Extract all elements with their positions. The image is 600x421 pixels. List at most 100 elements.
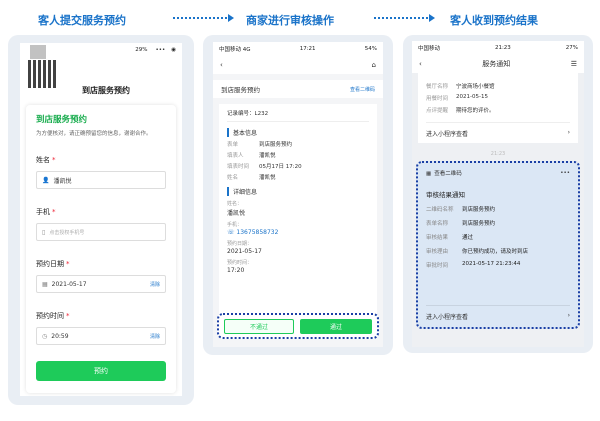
field-label: 姓名： xyxy=(227,201,243,207)
row-value: 你已预约成功，请及时到店 xyxy=(462,249,529,255)
panel-review: 中国移动 4G 17:21 54% ‹ ⌂ 到店服务预约 查看二维码 记录编号：… xyxy=(203,35,393,355)
row-value: 通过 xyxy=(462,235,474,241)
brand-title: 到店服务预约 xyxy=(82,86,130,95)
info-row: 填表人 潘凯悦 xyxy=(227,151,369,159)
row-label: 审核结果 xyxy=(426,235,449,241)
target-icon[interactable]: ◉ xyxy=(171,47,176,53)
phone-screen-notification: 中国移动 21:23 27% ‹ 服务通知 ☰ 餐厅名称 宁波商场小餐馆 用餐时间 2… xyxy=(412,41,584,347)
info-row: 用餐时间 2021-05-15 xyxy=(426,94,570,102)
field-value: 2021-05-17 xyxy=(227,248,262,255)
field-label: 预约时间： xyxy=(227,260,253,266)
info-row: 表单 到店服务预约 xyxy=(227,140,369,148)
row-label: 表单名称 xyxy=(426,221,449,227)
row-label: 点评提醒 xyxy=(426,108,449,114)
info-row: 餐厅名称 宁波商场小餐馆 xyxy=(426,82,570,90)
result-card-header: ▦ 查看二维码 ••• xyxy=(426,169,570,177)
arrow-icon xyxy=(173,14,234,22)
basic-info-title: 基本信息 xyxy=(227,128,369,137)
clock-icon: ◷ xyxy=(42,332,48,340)
record-detail: 记录编号：L232 基本信息 表单 到店服务预约 填表人 潘凯悦 填表时间 05月17日 … xyxy=(219,104,377,318)
row-value: 到店服务预约 xyxy=(259,142,293,148)
info-row: 二维码名称 到店服务预约 xyxy=(426,205,570,213)
menu-icon[interactable]: ☰ xyxy=(571,60,577,68)
detail-info-title: 详细信息 xyxy=(227,187,369,196)
page-title: 到店服务预约 xyxy=(221,86,260,94)
step-title-submit: 客人提交服务预约 xyxy=(38,14,126,27)
date-input[interactable]: ▦ 2021-05-17 清除 xyxy=(36,275,166,293)
time-label: 预约时间 * xyxy=(36,312,70,320)
row-label: 用餐时间 xyxy=(426,96,449,102)
info-list: 餐厅名称 宁波商场小餐馆用餐时间 2021-05-15 点评提醒 期待您的评价。 xyxy=(426,82,570,114)
form-heading: 到店服务预约 xyxy=(36,115,88,125)
field-value: 潘凯悦 xyxy=(227,210,246,217)
blurred-avatar xyxy=(30,45,46,59)
enter-miniapp-link[interactable]: 进入小程序查看 › xyxy=(426,122,570,138)
field-label: 手机： xyxy=(227,222,243,228)
home-icon[interactable]: ⌂ xyxy=(372,61,376,69)
back-icon[interactable]: ‹ xyxy=(220,61,223,69)
enter-miniapp-link[interactable]: 进入小程序查看 › xyxy=(426,305,570,321)
row-value: 潘凯悦 xyxy=(259,153,276,159)
nav-title: 服务通知 xyxy=(482,60,511,68)
clear-time-button[interactable]: 清除 xyxy=(150,333,160,340)
battery-text: 29% xyxy=(135,47,148,53)
row-value: 期待您的评价。 xyxy=(456,108,495,114)
message-time: 21:23 xyxy=(490,151,506,157)
row-value: 2021-05-17 21:23:44 xyxy=(462,261,521,267)
row-value: 潘凯悦 xyxy=(259,175,276,181)
row-label: 审核理由 xyxy=(426,249,449,255)
row-label: 餐厅名称 xyxy=(426,84,449,90)
result-notification: ▦ 查看二维码 ••• 审核结果通知 二维码名称 到店服务预约 表单名称 到店服务预约审… xyxy=(416,161,580,329)
user-icon: 👤 xyxy=(42,176,50,184)
field-value: 17:20 xyxy=(227,267,245,274)
chevron-right-icon: › xyxy=(567,129,570,136)
approve-button[interactable]: 通过 xyxy=(300,318,372,334)
back-icon[interactable]: ‹ xyxy=(419,60,422,68)
arrow-icon xyxy=(374,14,435,22)
qr-code-icon: ▦ xyxy=(426,171,432,177)
row-value: 宁波商场小餐馆 xyxy=(456,84,495,90)
panel-submit: 29% ••• ◉ 到店服务预约 到店服务预约 为方便核对，请正确预留您的信息，… xyxy=(8,35,194,405)
clear-date-button[interactable]: 清除 xyxy=(150,281,160,288)
field-label: 预约日期： xyxy=(227,241,253,247)
status-bar: 中国移动 21:23 27% xyxy=(412,41,584,55)
reject-button[interactable]: 不通过 xyxy=(224,318,294,334)
row-label: 二维码名称 xyxy=(426,207,454,213)
row-label: 填表时间 xyxy=(227,164,250,170)
phone-number-link[interactable]: ☏ 13675858732 xyxy=(227,229,369,236)
row-value: 到店服务预约 xyxy=(462,207,496,213)
calendar-icon: ▦ xyxy=(42,280,48,288)
more-icon[interactable]: ••• xyxy=(155,47,165,53)
status-bar: 中国移动 4G 17:21 54% xyxy=(213,42,383,56)
info-row: 点评提醒 期待您的评价。 xyxy=(426,106,570,114)
result-list: 二维码名称 到店服务预约 表单名称 到店服务预约 审核结果 通过 审核理由 你已预约成功，请及… xyxy=(426,205,570,269)
submit-button[interactable]: 预约 xyxy=(36,361,166,381)
review-action-bar: 不通过 通过 xyxy=(217,313,379,339)
row-label: 审批时间 xyxy=(426,263,449,269)
info-row: 表单名称 到店服务预约 xyxy=(426,219,570,227)
row-label: 姓名 xyxy=(227,175,239,181)
step-title-review: 商家进行审核操作 xyxy=(246,14,334,27)
more-icon[interactable]: ••• xyxy=(560,170,570,176)
row-label: 表单 xyxy=(227,142,239,148)
result-title: 审核结果通知 xyxy=(426,191,465,199)
phone-input[interactable]: ▯ 点击授权手机号 xyxy=(36,223,166,241)
view-qr-link[interactable]: 查看二维码 xyxy=(350,86,375,93)
record-number: 记录编号：L232 xyxy=(227,109,369,122)
info-row: 审核结果 通过 xyxy=(426,233,570,241)
phone-screen-booking: 29% ••• ◉ 到店服务预约 到店服务预约 为方便核对，请正确预留您的信息，… xyxy=(20,43,182,396)
row-label: 填表人 xyxy=(227,153,244,159)
nav-bar: ‹ ⌂ xyxy=(213,56,383,74)
view-qr-link[interactable]: ▦ 查看二维码 xyxy=(426,169,462,177)
booking-form: 到店服务预约 为方便核对，请正确预留您的信息，谢谢合作。 姓名 * 👤 潘凯悦 手… xyxy=(26,105,176,393)
basic-info-list: 表单 到店服务预约 填表人 潘凯悦 填表时间 05月17日 17:20 姓名 潘凯悦 xyxy=(227,140,369,181)
row-value: 05月17日 17:20 xyxy=(259,164,302,170)
info-row: 审核理由 你已预约成功，请及时到店 xyxy=(426,247,570,255)
panel-result: 中国移动 21:23 27% ‹ 服务通知 ☰ 餐厅名称 宁波商场小餐馆 用餐时间 2… xyxy=(403,35,593,353)
previous-notification: 餐厅名称 宁波商场小餐馆用餐时间 2021-05-15 点评提醒 期待您的评价。 进入小… xyxy=(418,73,578,143)
info-row: 姓名 潘凯悦 xyxy=(227,173,369,181)
time-input[interactable]: ◷ 20:59 清除 xyxy=(36,327,166,345)
date-label: 预约日期 * xyxy=(36,260,70,268)
nav-bar: ‹ 服务通知 ☰ xyxy=(412,55,584,73)
name-input[interactable]: 👤 潘凯悦 xyxy=(36,171,166,189)
